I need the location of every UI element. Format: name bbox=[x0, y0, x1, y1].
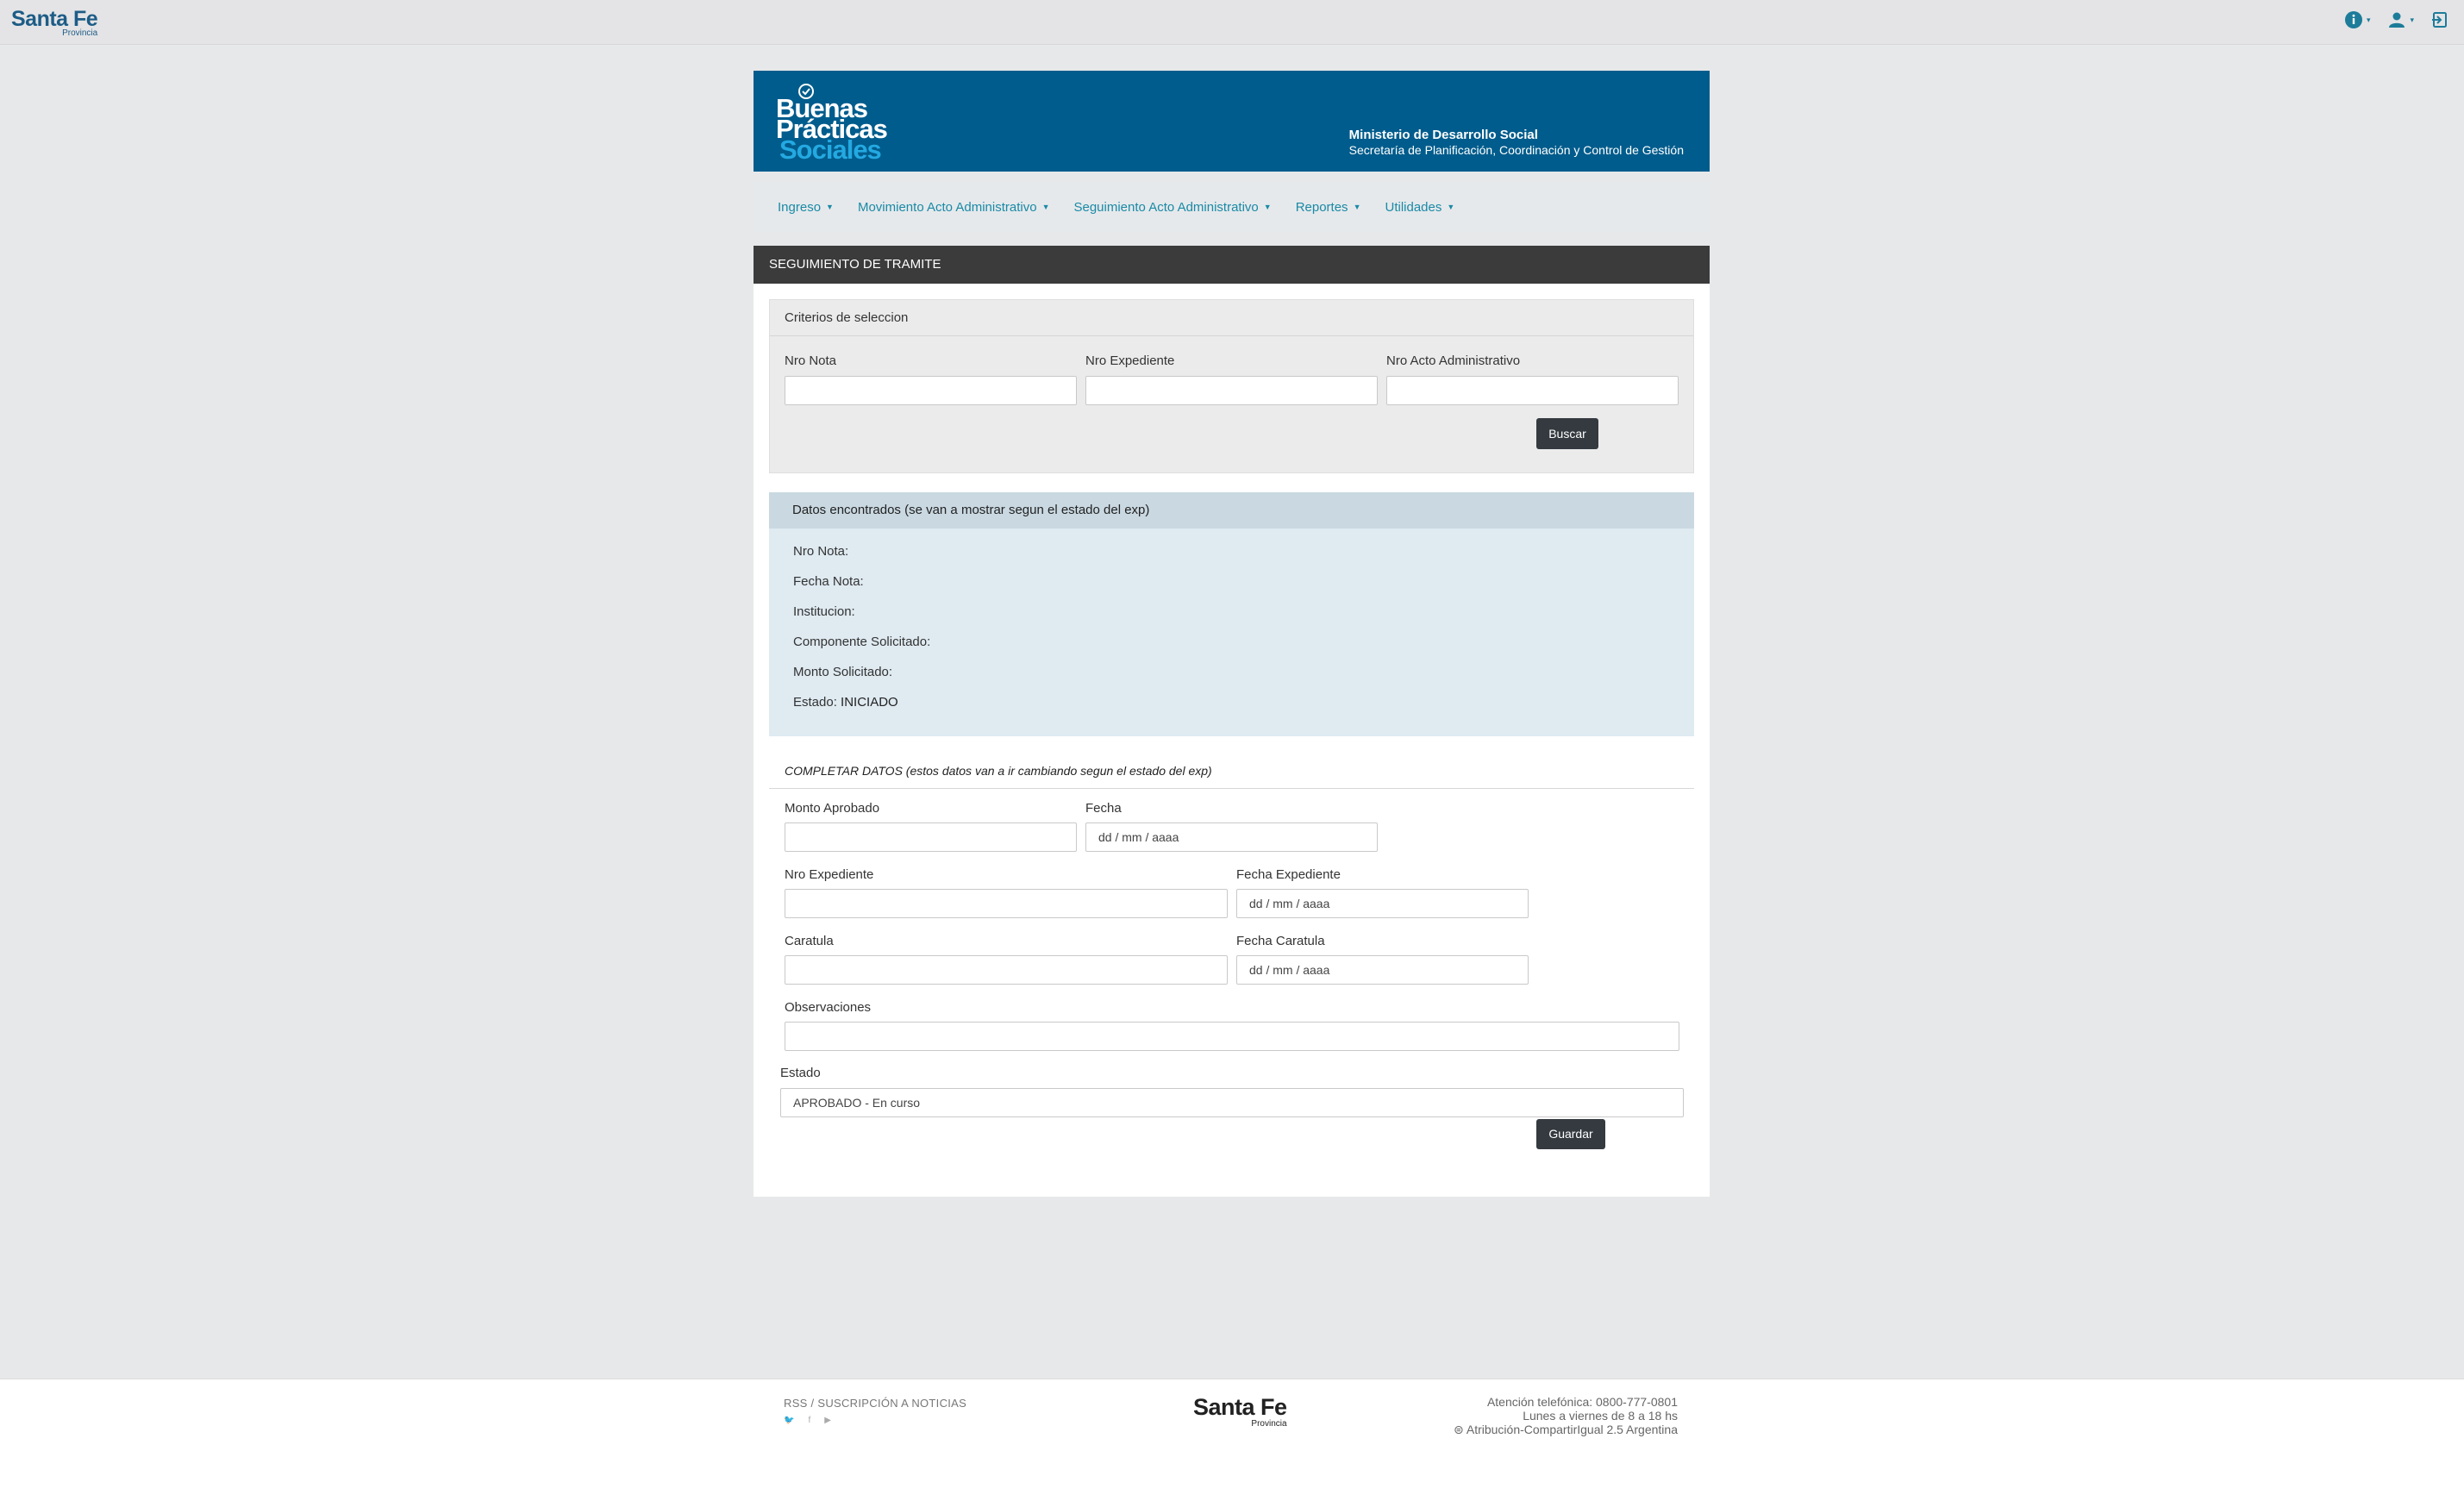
chevron-down-icon: ▼ bbox=[1263, 203, 1272, 211]
complete-section: COMPLETAR DATOS (estos datos van a ir ca… bbox=[754, 736, 1710, 1193]
chevron-down-icon: ▼ bbox=[826, 203, 834, 211]
santa-fe-logo[interactable]: Santa Fe Provincia bbox=[11, 7, 98, 38]
nro-expediente-label: Nro Expediente bbox=[785, 867, 874, 882]
caratula-input[interactable] bbox=[785, 955, 1228, 985]
secretariat-name: Secretaría de Planificación, Coordinació… bbox=[1348, 143, 1684, 157]
monto-aprobado-label: Monto Aprobado bbox=[785, 801, 880, 816]
result-nro-nota: Nro Nota: bbox=[793, 544, 849, 559]
footer: RSS / SUSCRIPCIÓN A NOTICIAS 🐦 f ▶ Santa… bbox=[0, 1379, 2464, 1501]
monto-aprobado-input[interactable] bbox=[785, 822, 1077, 852]
fecha-expediente-label: Fecha Expediente bbox=[1236, 867, 1341, 882]
result-componente: Componente Solicitado: bbox=[793, 635, 931, 649]
results-section: Datos encontrados (se van a mostrar segu… bbox=[769, 492, 1694, 736]
fecha-expediente-input[interactable]: dd / mm / aaaa bbox=[1236, 889, 1529, 918]
chevron-down-icon: ▼ bbox=[1041, 203, 1050, 211]
footer-brand-main: Santa Fe bbox=[1193, 1394, 1287, 1420]
facebook-icon[interactable]: f bbox=[808, 1416, 810, 1425]
rss-link[interactable]: RSS / SUSCRIPCIÓN A NOTICIAS bbox=[784, 1397, 966, 1410]
user-menu[interactable]: ▾ bbox=[2387, 10, 2414, 29]
logo-line-3: Sociales bbox=[779, 134, 882, 165]
social-links: 🐦 f ▶ bbox=[784, 1416, 831, 1425]
footer-brand-sub: Provincia bbox=[1251, 1419, 1287, 1429]
nav-utilidades[interactable]: Utilidades ▼ bbox=[1385, 200, 1454, 215]
banner: Buenas Prácticas Sociales Ministerio de … bbox=[754, 71, 1710, 172]
nro-acto-label: Nro Acto Administrativo bbox=[1386, 353, 1521, 368]
main-nav: Ingreso ▼ Movimiento Acto Administrativo ▼… bbox=[754, 182, 1710, 232]
search-button[interactable]: Buscar bbox=[1536, 418, 1598, 449]
estado-label: Estado bbox=[780, 1066, 821, 1080]
observaciones-input[interactable] bbox=[785, 1022, 1679, 1051]
chevron-down-icon: ▼ bbox=[1447, 203, 1455, 211]
result-institucion: Institucion: bbox=[793, 604, 855, 619]
hours-line: Lunes a viernes de 8 a 18 hs bbox=[1523, 1409, 1678, 1423]
nav-ingreso[interactable]: Ingreso ▼ bbox=[778, 200, 834, 215]
cc-icon: ⊜ bbox=[1454, 1423, 1467, 1436]
nro-nota-input[interactable] bbox=[785, 376, 1077, 405]
buenas-practicas-logo: Buenas Prácticas Sociales bbox=[776, 83, 888, 165]
nro-nota-label: Nro Nota bbox=[785, 353, 837, 368]
brand-sub: Provincia bbox=[62, 28, 98, 38]
check-circle-icon bbox=[798, 84, 814, 99]
ministry-name: Ministerio de Desarrollo Social bbox=[1348, 128, 1538, 142]
save-button[interactable]: Guardar bbox=[1536, 1119, 1605, 1149]
brand-main: Santa Fe bbox=[11, 7, 98, 31]
nav-label: Movimiento Acto Administrativo bbox=[857, 199, 1037, 215]
criteria-title: Criterios de seleccion bbox=[770, 300, 1693, 336]
chevron-down-icon: ▾ bbox=[2410, 15, 2414, 24]
contact-info: Atención telefónica: 0800-777-0801 Lunes… bbox=[1454, 1395, 1678, 1436]
panel-title: SEGUIMIENTO DE TRAMITE bbox=[754, 246, 1710, 284]
license-text[interactable]: Atribución-CompartirIgual 2.5 Argentina bbox=[1467, 1423, 1678, 1436]
results-title: Datos encontrados (se van a mostrar segu… bbox=[769, 492, 1694, 528]
estado-value: INICIADO bbox=[841, 695, 898, 710]
top-bar: Santa Fe Provincia ▾ ▾ bbox=[0, 0, 2464, 45]
result-monto: Monto Solicitado: bbox=[793, 665, 893, 679]
info-menu[interactable]: ▾ bbox=[2344, 10, 2371, 29]
nro-expediente-input[interactable] bbox=[1085, 376, 1378, 405]
tracking-panel: SEGUIMIENTO DE TRAMITE Criterios de sele… bbox=[754, 246, 1710, 1197]
estado-select[interactable]: APROBADO - En curso bbox=[780, 1088, 1684, 1117]
nav-label: Ingreso bbox=[778, 199, 822, 215]
license-line: ⊜ Atribución-CompartirIgual 2.5 Argentin… bbox=[1454, 1423, 1678, 1436]
nav-movimiento[interactable]: Movimiento Acto Administrativo ▼ bbox=[858, 200, 1050, 215]
fecha-input[interactable]: dd / mm / aaaa bbox=[1085, 822, 1378, 852]
result-estado: Estado: INICIADO bbox=[793, 695, 898, 710]
fecha-caratula-label: Fecha Caratula bbox=[1236, 934, 1325, 948]
logout-icon bbox=[2432, 12, 2447, 28]
twitter-icon[interactable]: 🐦 bbox=[784, 1416, 794, 1425]
result-fecha-nota: Fecha Nota: bbox=[793, 574, 864, 589]
complete-title: COMPLETAR DATOS (estos datos van a ir ca… bbox=[785, 764, 1212, 778]
info-icon bbox=[2344, 11, 2362, 28]
nav-label: Utilidades bbox=[1385, 199, 1442, 215]
chevron-down-icon: ▼ bbox=[1353, 203, 1361, 211]
main-container: Buenas Prácticas Sociales Ministerio de … bbox=[754, 71, 1710, 1197]
nav-label: Reportes bbox=[1295, 199, 1348, 215]
phone-line: Atención telefónica: 0800-777-0801 bbox=[1486, 1395, 1678, 1409]
youtube-icon[interactable]: ▶ bbox=[824, 1416, 831, 1425]
chevron-down-icon: ▾ bbox=[2366, 15, 2371, 24]
estado-label: Estado: bbox=[793, 695, 837, 710]
nav-label: Seguimiento Acto Administrativo bbox=[1073, 199, 1259, 215]
logout-button[interactable] bbox=[2431, 11, 2448, 28]
caratula-label: Caratula bbox=[785, 934, 834, 948]
nro-expediente-input[interactable] bbox=[785, 889, 1228, 918]
top-icons: ▾ ▾ bbox=[2344, 10, 2448, 29]
observaciones-label: Observaciones bbox=[785, 1000, 872, 1015]
fecha-caratula-input[interactable]: dd / mm / aaaa bbox=[1236, 955, 1529, 985]
nav-seguimiento[interactable]: Seguimiento Acto Administrativo ▼ bbox=[1073, 200, 1271, 215]
user-icon bbox=[2389, 12, 2405, 28]
divider bbox=[769, 788, 1694, 789]
nro-acto-input[interactable] bbox=[1386, 376, 1679, 405]
nro-expediente-label: Nro Expediente bbox=[1085, 353, 1175, 368]
nav-reportes[interactable]: Reportes ▼ bbox=[1296, 200, 1361, 215]
fecha-label: Fecha bbox=[1085, 801, 1122, 816]
ministry-title: Ministerio de Desarrollo Social Secretar… bbox=[1349, 128, 1684, 157]
criteria-section: Criterios de seleccion Nro Nota Nro Expe… bbox=[769, 299, 1694, 473]
footer-santa-fe-logo: Santa Fe Provincia bbox=[1193, 1394, 1287, 1429]
